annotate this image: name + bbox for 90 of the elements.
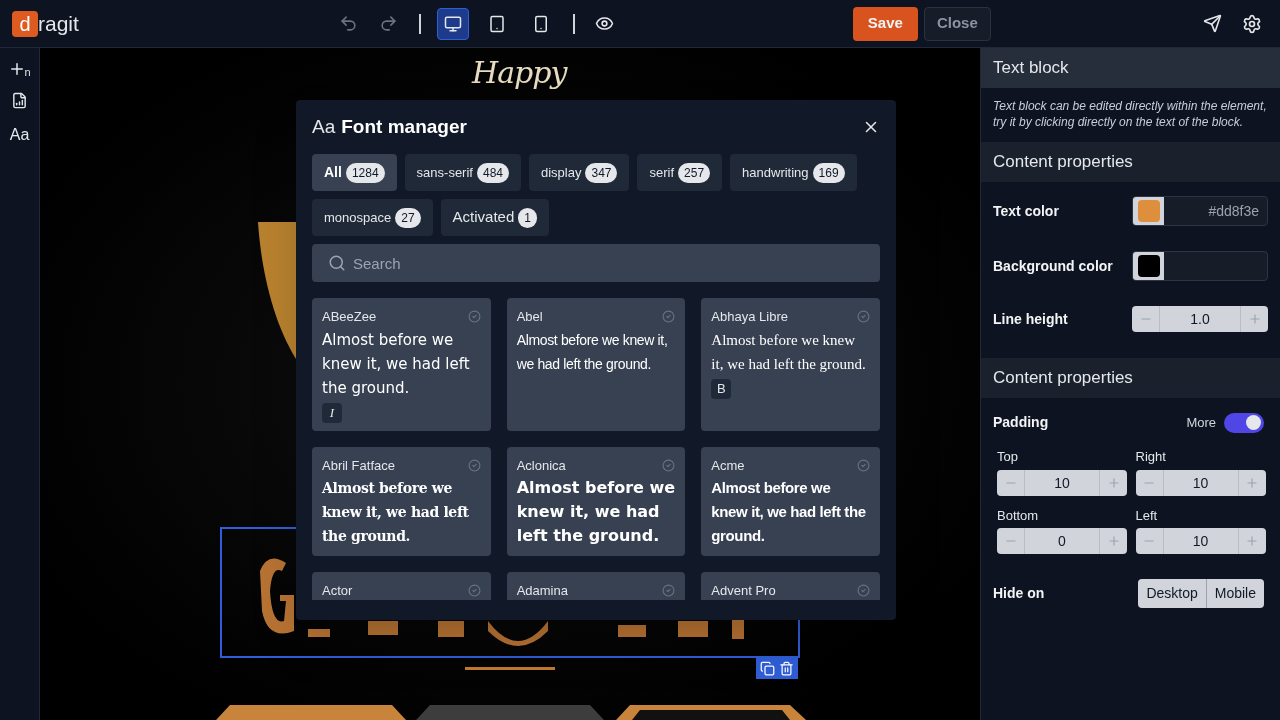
font-card[interactable]: Acme Almost before we knew it, we had left the ground.: [701, 446, 880, 556]
font-name: Adamina: [516, 582, 568, 600]
check-icon[interactable]: [662, 310, 676, 324]
undo-icon: [339, 14, 359, 33]
filter-chip[interactable]: Activated 1: [440, 199, 549, 236]
property-label: Hide on: [993, 584, 1045, 603]
check-icon[interactable]: [857, 584, 870, 598]
field-label: Left: [1135, 506, 1159, 525]
copy-icon[interactable]: [760, 660, 775, 676]
stepper-value: 10: [1053, 473, 1071, 493]
property-label: Line height: [993, 309, 1068, 329]
font-name: ABeeZee: [322, 308, 377, 326]
fonts-button[interactable]: Aa: [9, 123, 30, 147]
font-name: Abel: [516, 308, 543, 326]
check-icon[interactable]: [467, 584, 481, 598]
filter-chip[interactable]: serif 257: [637, 154, 723, 191]
number-stepper[interactable]: 10: [997, 469, 1127, 496]
desktop-view-button[interactable]: [436, 7, 469, 40]
toggle-label: More: [1186, 413, 1216, 432]
font-card[interactable]: Actor: [312, 572, 491, 600]
hide-option[interactable]: Mobile: [1205, 579, 1264, 608]
save-button[interactable]: Save: [852, 6, 918, 41]
font-sample: Almost before we knew it, we had left the ground.: [516, 330, 669, 374]
panel-header: Text block: [981, 48, 1280, 88]
field-label: Top: [997, 448, 1019, 466]
search-field[interactable]: Search: [312, 244, 880, 282]
logo-text: ragit: [38, 10, 79, 37]
font-name: Abril Fatface: [322, 456, 395, 475]
font-sample: Almost before we knew it, we had left the ground.: [711, 330, 867, 374]
logo-mark: d: [12, 10, 38, 37]
style-badge: B: [711, 378, 732, 399]
send-icon[interactable]: [1202, 14, 1222, 33]
more-toggle[interactable]: [1224, 412, 1264, 433]
font-name: Acme: [711, 456, 745, 475]
panel-description: Text block can be edited directly within the element, try it by clicking directly on the text of the block.: [992, 98, 1268, 131]
report-file-icon[interactable]: [11, 92, 28, 109]
font-card[interactable]: Abhaya Libre Almost before we knew it, we had left the ground. B: [701, 298, 880, 431]
color-field[interactable]: #dd8f3e: [1132, 196, 1268, 226]
font-card[interactable]: ABeeZee Almost before we knew it, we had left the ground. I: [312, 298, 491, 431]
script-heading: Happy: [472, 54, 567, 92]
section-header: Content properties: [981, 358, 1280, 398]
stepper-value: 0: [1057, 532, 1067, 551]
filter-chip[interactable]: sans-serif 484: [404, 154, 521, 191]
desktop-icon: [443, 14, 462, 33]
property-label: Text color: [993, 201, 1059, 221]
check-icon[interactable]: [857, 310, 870, 324]
font-sample: Almost before we knew it, we had left the ground.: [516, 477, 676, 547]
font-card[interactable]: Abril Fatface Almost before we knew it, we had left the ground.: [312, 446, 491, 556]
filter-chip[interactable]: All 1284: [312, 154, 397, 191]
filter-chip[interactable]: handwriting 169: [730, 154, 857, 191]
font-name: Advent Pro: [711, 582, 776, 600]
number-stepper[interactable]: 10: [1135, 528, 1266, 554]
add-element-button[interactable]: n: [8, 60, 31, 78]
font-sample: Almost before we knew it, we had left the ground.: [322, 479, 470, 546]
font-card[interactable]: Adamina: [506, 572, 686, 600]
font-sample: Almost before we knew it, we had left the ground.: [711, 478, 867, 546]
check-icon[interactable]: [467, 458, 481, 472]
font-name: Aclonica: [516, 456, 566, 475]
property-label: Padding: [993, 413, 1049, 432]
font-name: Abhaya Libre: [711, 308, 788, 326]
filter-chip[interactable]: display 347: [529, 154, 630, 191]
hide-option[interactable]: Desktop: [1138, 579, 1206, 608]
settings-icon[interactable]: [1241, 13, 1262, 34]
search-icon: [328, 254, 346, 272]
font-card[interactable]: Advent Pro: [701, 572, 880, 600]
font-card[interactable]: Aclonica Almost before we knew it, we had left the ground.: [506, 446, 686, 556]
tablet-icon: [487, 14, 506, 33]
trash-icon[interactable]: [779, 660, 794, 676]
style-badge: I: [322, 402, 342, 423]
font-card[interactable]: Abel Almost before we knew it, we had left the ground.: [506, 298, 686, 431]
filter-chip[interactable]: monospace 27: [312, 199, 433, 236]
field-label: Right: [1135, 448, 1167, 466]
eye-icon: [595, 14, 615, 33]
check-icon[interactable]: [662, 458, 676, 472]
check-icon[interactable]: [467, 310, 481, 324]
font-sample: Almost before we knew it, we had left the ground.: [322, 329, 471, 399]
dialog-title: Font manager: [341, 114, 467, 139]
field-label: Bottom: [997, 506, 1040, 525]
check-icon[interactable]: [857, 458, 870, 472]
stepper-value: 10: [1191, 532, 1210, 551]
close-button[interactable]: Close: [923, 6, 991, 41]
check-icon[interactable]: [662, 584, 676, 598]
font-icon: Aa: [312, 112, 336, 142]
font-name: Actor: [322, 582, 353, 600]
color-field[interactable]: [1132, 251, 1268, 281]
property-label: Background color: [993, 256, 1113, 276]
number-stepper[interactable]: 10: [1135, 469, 1266, 496]
stepper-value: 10: [1191, 473, 1210, 493]
section-header: Content properties: [981, 142, 1280, 182]
stepper-value: 1.0: [1189, 310, 1211, 329]
